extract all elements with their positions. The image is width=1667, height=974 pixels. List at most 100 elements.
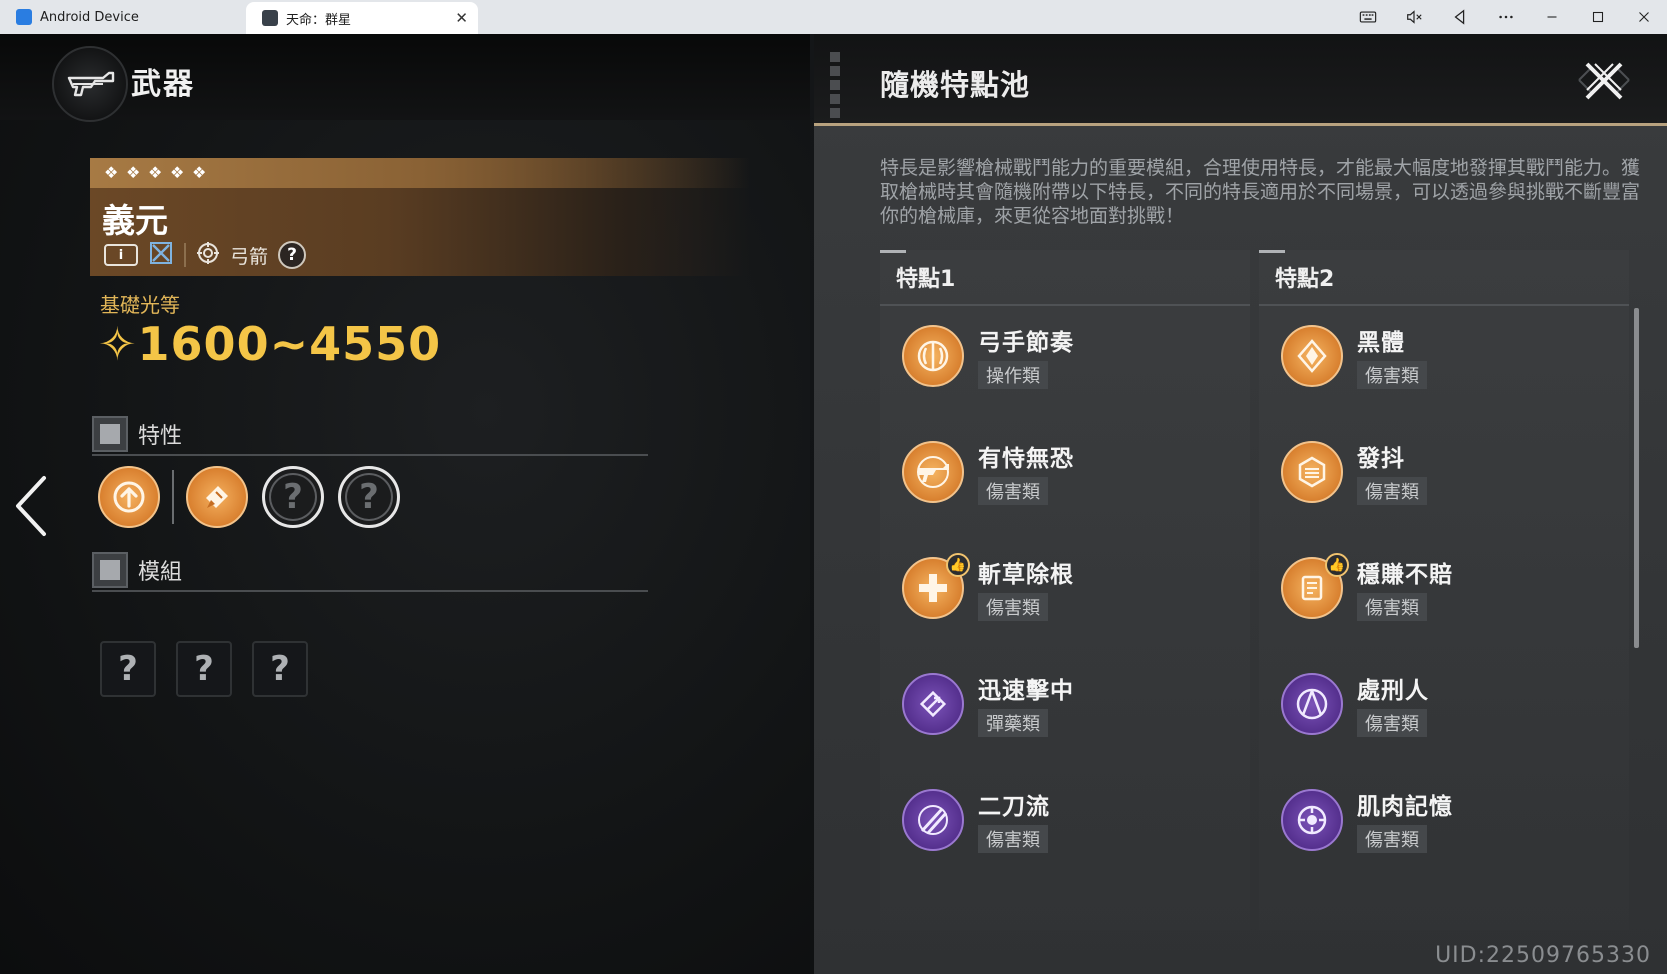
star-icon: ❖ [170,163,185,182]
perk-type: 操作類 [978,361,1048,389]
plus-cross-icon: 👍 [902,553,970,619]
traits-section-header: 特性 [92,414,648,456]
perk-item[interactable]: 有恃無恐 傷害類 [902,432,1232,512]
perk-item[interactable]: 黑體 傷害類 [1281,316,1611,396]
more-icon[interactable] [1483,0,1529,34]
hammer-icon[interactable] [186,466,248,528]
info-badge-icon[interactable]: i [104,244,138,266]
perk-type: 傷害類 [1357,361,1427,389]
perk-item[interactable]: 👍 穩賺不賠 傷害類 [1281,548,1611,628]
perk-name: 穩賺不賠 [1357,562,1453,588]
base-light-value: ✧1600~4550 [98,317,442,371]
crosshair-icon [196,241,220,269]
random-perk-pool-panel: 隨機特點池 特長是影響槍械戰鬥能力的重要模組，合理使用特長，才能最大幅度地發揮其… [814,34,1667,974]
unknown-module-slot[interactable]: ? [252,641,308,697]
element-icon [148,240,174,270]
upgrade-arrow-icon[interactable] [98,466,160,528]
trait-divider [172,470,174,524]
perk-item[interactable]: 發抖 傷害類 [1281,432,1611,512]
star-icon: ❖ [148,163,163,182]
star-icon: ❖ [104,163,119,182]
gun-icon [902,441,964,503]
section-square-icon [92,552,128,588]
perk-item[interactable]: 迅速擊中 彈藥類 [902,664,1232,744]
help-icon[interactable]: ? [278,241,307,269]
section-square-icon [92,416,128,452]
perk-item[interactable]: 👍 斬草除根 傷害類 [902,548,1232,628]
user-id: UID:22509765330 [1435,943,1651,968]
trait-slots: ? ? [98,466,400,528]
star-icon: ❖ [126,163,141,182]
black-body-icon [1281,325,1343,387]
tab-android-device[interactable]: Android Device [0,0,246,34]
unknown-module-slot[interactable]: ? [100,641,156,697]
perk-column-header: 特點1 [880,250,1250,306]
android-app-icon [16,9,32,25]
perk-name: 弓手節奏 [978,330,1074,356]
perk-name: 黑體 [1357,330,1405,356]
perk-pool-description: 特長是影響槍械戰鬥能力的重要模組，合理使用特長，才能最大幅度地發揮其戰鬥能力。獲… [880,157,1641,227]
back-icon[interactable] [1437,0,1483,34]
shiver-icon [1281,441,1343,503]
panel-title: 隨機特點池 [880,68,1031,102]
window-controls [1345,0,1667,34]
rarity-stars: ❖ ❖ ❖ ❖ ❖ [90,158,750,188]
game-viewport: 武器 ❖ ❖ ❖ ❖ ❖ 義元 i 弓箭 ? 基礎光等 ✧1600~4550 特… [0,34,1667,974]
unknown-trait-slot[interactable]: ? [338,466,400,528]
maximize-icon[interactable] [1575,0,1621,34]
keyboard-icon[interactable] [1345,0,1391,34]
unknown-trait-slot[interactable]: ? [262,466,324,528]
module-slots: ? ? ? [100,641,308,697]
weapon-emblem-icon [52,46,128,122]
tab-label: Android Device [40,9,139,25]
game-app-icon [262,10,278,26]
perk-type: 傷害類 [1357,825,1427,853]
unknown-module-slot[interactable]: ? [176,641,232,697]
minimize-icon[interactable] [1529,0,1575,34]
window-titlebar: Android Device 天命：群星 ✕ [0,0,1667,34]
tab-game[interactable]: 天命：群星 ✕ [246,2,478,34]
perk-name: 處刑人 [1357,678,1429,704]
tab-label: 天命：群星 [286,12,352,28]
weapon-type-label: 弓箭 [230,245,269,268]
weapon-name: 義元 [102,201,168,240]
traits-label: 特性 [138,424,183,449]
perk-column-header: 特點2 [1259,250,1629,306]
weapon-badges: i 弓箭 ? [104,240,307,270]
star-icon: ❖ [192,163,207,182]
perk-item[interactable]: 二刀流 傷害類 [902,780,1232,860]
tab-close-icon[interactable]: ✕ [455,9,468,27]
executioner-icon [1281,673,1343,735]
perk-name: 發抖 [1357,446,1405,472]
perk-name: 有恃無恐 [978,446,1074,472]
perk-name: 迅速擊中 [978,678,1074,704]
perk-list-scrollbar[interactable] [1634,308,1639,648]
header-decoration [830,52,840,118]
perk-item[interactable]: 處刑人 傷害類 [1281,664,1611,744]
perk-type: 傷害類 [1357,477,1427,505]
perk-item[interactable]: 肌肉記憶 傷害類 [1281,780,1611,860]
close-panel-icon[interactable] [1563,58,1645,102]
perk-name: 肌肉記憶 [1357,794,1453,820]
perk-type: 傷害類 [978,825,1048,853]
modules-label: 模組 [138,560,183,585]
perk-type: 傷害類 [1357,709,1427,737]
archer-rhythm-icon [902,325,964,387]
recommended-thumb-icon: 👍 [946,553,970,577]
back-arrow-icon[interactable] [14,474,48,542]
perk-pool-header: 隨機特點池 [814,34,1667,126]
close-icon[interactable] [1621,0,1667,34]
quick-hit-icon [902,673,964,735]
dual-blade-icon [902,789,964,851]
perk-name: 二刀流 [978,794,1050,820]
weapon-panel: 武器 ❖ ❖ ❖ ❖ ❖ 義元 i 弓箭 ? 基礎光等 ✧1600~4550 特… [0,34,810,974]
base-light-label: 基礎光等 [100,293,180,317]
weapon-name-card: ❖ ❖ ❖ ❖ ❖ 義元 i 弓箭 ? [90,158,750,276]
perk-item[interactable]: 弓手節奏 操作類 [902,316,1232,396]
modules-section-header: 模組 [92,550,648,592]
mute-icon[interactable] [1391,0,1437,34]
badge-divider [184,243,186,267]
perk-type: 傷害類 [978,477,1048,505]
perk-type: 傷害類 [1357,593,1427,621]
recommended-thumb-icon: 👍 [1325,553,1349,577]
